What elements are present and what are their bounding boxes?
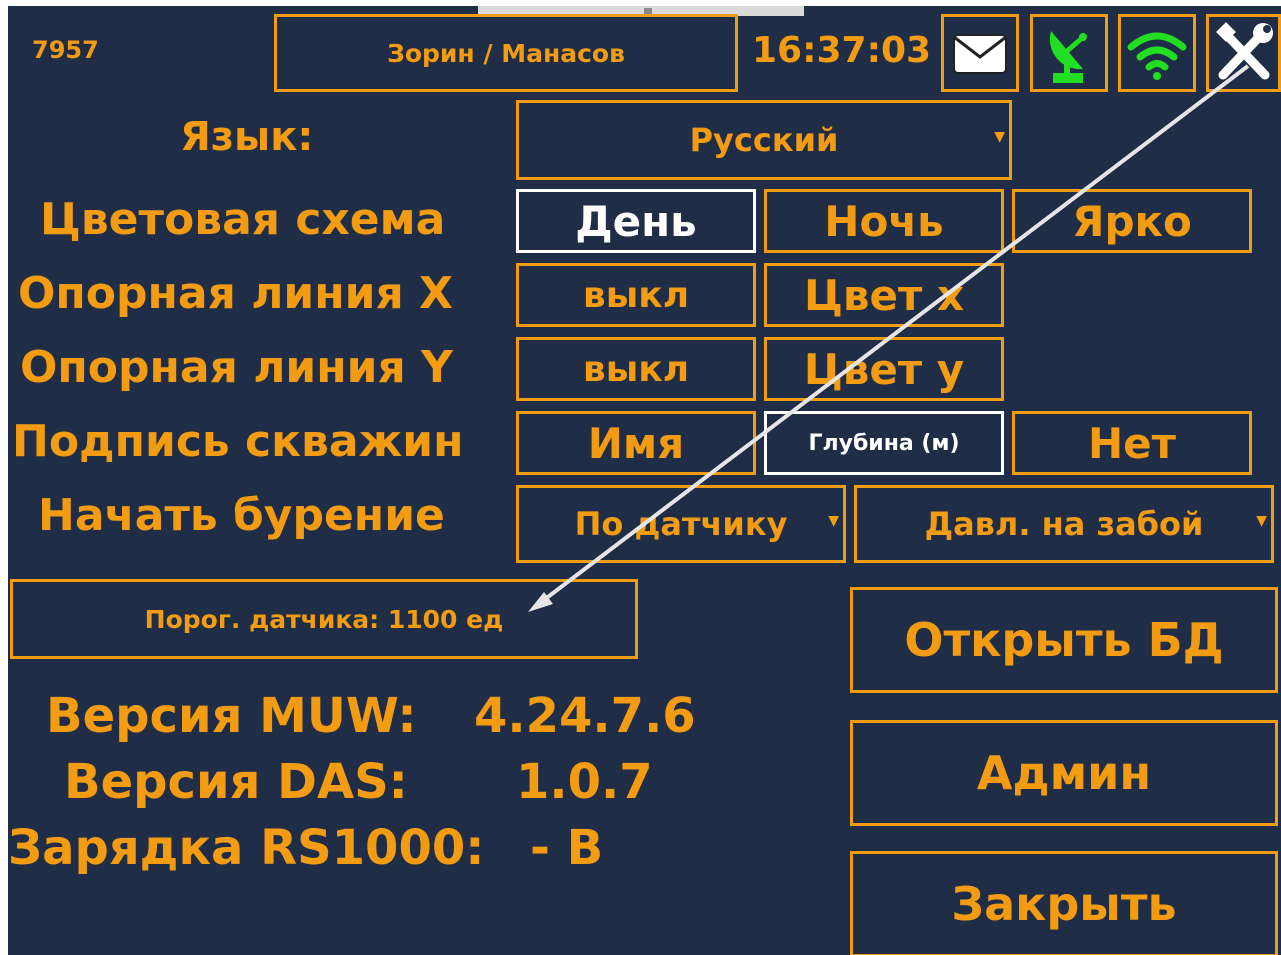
ref-line-x-toggle[interactable]: выкл [516,263,756,327]
rs1000-charge-label: Зарядка RS1000: [8,820,485,876]
scheme-bright-button[interactable]: Ярко [1012,189,1252,253]
dropdown-caret-icon: ▼ [994,128,1005,145]
mail-icon [953,34,1007,74]
drilling-parameter-value: Давл. на забой [924,505,1204,543]
settings-screen: 7957 Зорин / Манасов 16:37:03 Язык: Русс… [8,6,1281,955]
rs1000-charge-value: - В [530,820,604,876]
ref-line-y-toggle[interactable]: выкл [516,337,756,401]
ref-line-x-color-button[interactable]: Цвет x [764,263,1004,327]
well-label-depth-button[interactable]: Глубина (м) [764,411,1004,475]
color-scheme-label: Цветовая схема [40,194,446,245]
language-label: Язык: [180,114,314,160]
settings-button[interactable] [1206,14,1281,92]
clock: 16:37:03 [752,30,932,71]
muw-version-value: 4.24.7.6 [474,688,696,744]
scheme-night-button[interactable]: Ночь [764,189,1004,253]
well-label-name-button[interactable]: Имя [516,411,756,475]
das-version-value: 1.0.7 [516,754,653,810]
dropdown-caret-icon: ▼ [828,512,839,529]
open-db-button[interactable]: Открыть БД [850,587,1278,693]
wifi-button[interactable] [1118,14,1196,92]
admin-button[interactable]: Админ [850,720,1278,826]
language-select[interactable]: Русский ▼ [516,100,1012,180]
sensor-threshold-button[interactable]: Порог. датчика: 1100 ед [10,579,638,659]
ref-line-y-color-button[interactable]: Цвет y [764,337,1004,401]
drilling-trigger-select[interactable]: По датчику ▼ [516,485,846,563]
wifi-icon [1127,32,1187,80]
settings-tools-icon [1216,22,1273,80]
ref-line-y-label: Опорная линия Y [20,342,453,393]
mail-button[interactable] [941,14,1019,92]
start-drilling-label: Начать бурение [38,490,445,541]
satellite-icon [1049,31,1087,83]
language-value: Русский [689,121,839,159]
ref-line-x-label: Опорная линия X [18,268,453,319]
muw-version-label: Версия MUW: [46,688,417,744]
device-id: 7957 [32,36,99,64]
drilling-parameter-select[interactable]: Давл. на забой ▼ [854,485,1274,563]
well-label-none-button[interactable]: Нет [1012,411,1252,475]
well-label-label: Подпись скважин [12,416,464,467]
das-version-label: Версия DAS: [64,754,408,810]
drilling-trigger-value: По датчику [574,505,788,543]
dropdown-caret-icon: ▼ [1256,512,1267,529]
satellite-button[interactable] [1030,14,1108,92]
scheme-day-button[interactable]: День [516,189,756,253]
crew-button[interactable]: Зорин / Манасов [274,14,738,92]
close-button[interactable]: Закрыть [850,851,1278,955]
